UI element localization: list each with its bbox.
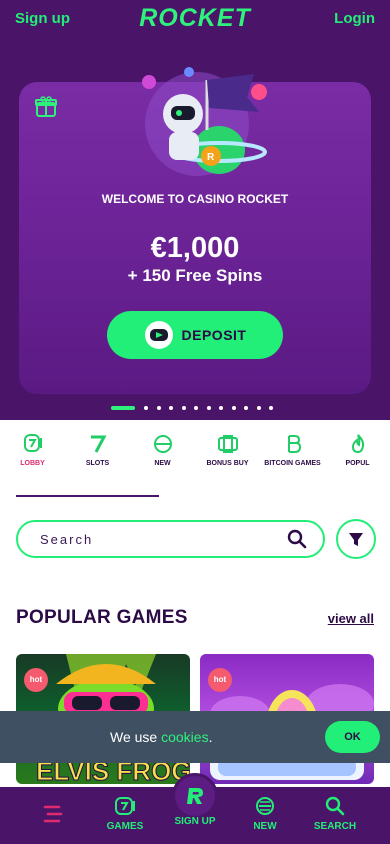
filter-button[interactable] [336,519,376,559]
carousel-dot[interactable] [206,406,211,410]
search-icon[interactable] [287,529,307,549]
category-tab-bitcoin-games[interactable]: BITCOIN GAMES [260,432,325,482]
carousel-dot[interactable] [269,406,273,410]
category-tab-label: BITCOIN GAMES [264,460,321,467]
welcome-promo-card: R WELCOME TO CASINO ROCKET €1,000 + 150 … [19,67,371,394]
gift-icon[interactable] [35,96,57,118]
category-tab-label: BONUS BUY [206,460,249,467]
category-tab-popul[interactable]: POPUL [325,432,390,482]
category-tab-lobby[interactable]: LOBBY [0,432,65,482]
search-icon [325,796,345,816]
carousel-dot[interactable] [111,406,135,410]
category-tabs: LOBBY SLOTS NEW BONUS BUY BITCOIN GAMES POPUL [0,432,390,482]
cookie-message: We use cookies. [110,729,212,745]
games-icon [115,797,135,815]
popular-games-title: POPULAR GAMES [16,607,188,628]
category-tab-slots[interactable]: SLOTS [65,432,130,482]
cookie-consent-bar: We use cookies. OK [0,711,390,763]
cookie-text-end: . [208,729,213,745]
rocket-r-icon [187,788,203,804]
menu-icon[interactable] [40,801,66,827]
search-box [16,520,325,558]
bitcoin-icon [287,435,301,453]
nav-games[interactable]: GAMES [90,795,160,832]
carousel-indicators [111,405,282,411]
nav-search-label: SEARCH [313,821,357,832]
category-tab-label: NEW [154,460,171,467]
category-tab-label: LOBBY [20,460,45,467]
bottom-navigation: GAMES SIGN UP NEW SEARCH [0,773,390,844]
carousel-dot[interactable] [244,406,248,410]
nav-signup-label: SIGN UP [174,816,216,827]
slots-icon [90,435,106,453]
new-icon [153,435,172,453]
carousel-dot[interactable] [144,406,148,410]
top-header: Sign up ROCKET Login [0,0,390,40]
category-tab-new[interactable]: NEW [130,432,195,482]
cookies-link[interactable]: cookies [161,729,208,745]
nav-new[interactable]: NEW [230,795,300,832]
category-tab-underline [16,495,159,497]
deposit-button[interactable]: DEPOSIT [107,311,283,359]
lobby-icon [23,434,42,452]
carousel-dot[interactable] [169,406,173,410]
carousel-dot[interactable] [219,406,223,410]
signup-fab-button[interactable] [172,773,218,819]
login-link[interactable]: Login [334,10,375,27]
carousel-dot[interactable] [181,406,186,410]
hot-badge: hot [208,668,232,692]
cookie-text: We use [110,729,162,745]
nav-search[interactable]: SEARCH [300,795,370,832]
carousel-dot[interactable] [194,406,198,410]
new-icon [256,797,274,815]
popular-flame-icon [351,434,364,454]
svg-text:R: R [207,152,215,163]
carousel-dot[interactable] [156,406,161,410]
search-input[interactable] [40,530,280,548]
view-all-link[interactable]: view all [328,611,374,626]
nav-games-label: GAMES [106,821,144,832]
hot-badge: hot [24,668,48,692]
cookie-ok-button[interactable]: OK [325,721,380,753]
rocket-logo[interactable]: ROCKET [0,4,390,33]
category-tab-bonus-buy[interactable]: BONUS BUY [195,432,260,482]
filter-icon [349,533,363,546]
bonus-amount: €1,000 [150,232,240,264]
bonus-buy-icon [217,435,238,453]
astronaut-mascot-illustration: R [142,67,267,176]
free-spins-text: + 150 Free Spins [127,266,263,285]
carousel-dot[interactable] [231,406,236,410]
nav-new-label: NEW [253,821,277,832]
category-tab-label: SLOTS [85,460,110,467]
deposit-label: DEPOSIT [181,327,247,343]
category-tab-label: POPUL [345,460,370,467]
welcome-heading: WELCOME TO CASINO ROCKET [101,192,289,206]
astronaut-play-icon [144,321,173,349]
carousel-dot[interactable] [256,406,261,410]
